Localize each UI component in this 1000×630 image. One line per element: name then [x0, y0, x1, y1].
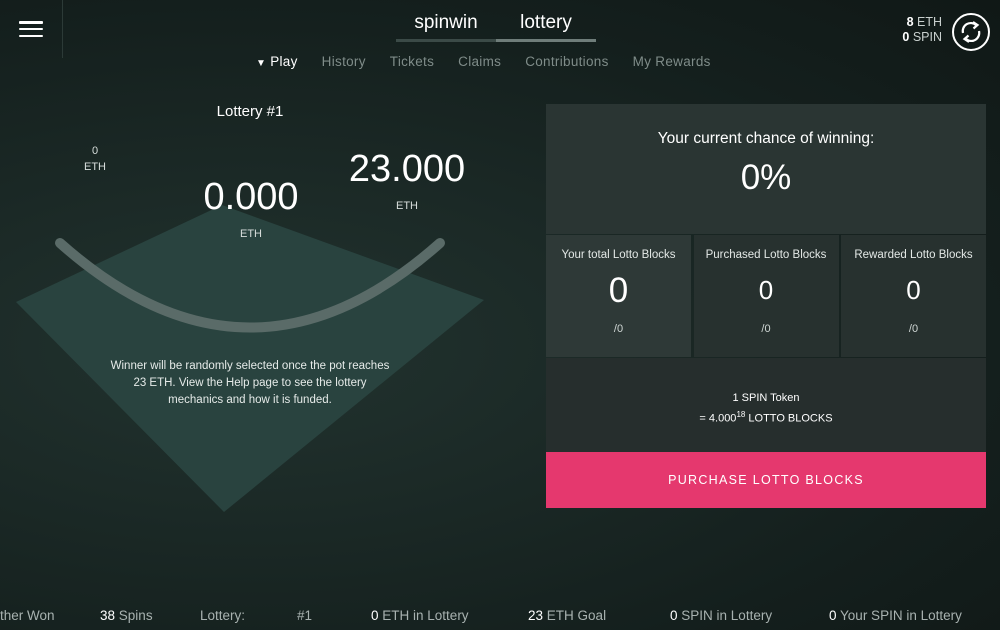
goal-pot-unit: ETH [396, 200, 418, 212]
ticker-eth-goal-label: ETH Goal [546, 608, 607, 623]
rate-prefix: = 4.000 [699, 412, 737, 425]
ticker-eth-goal: 23 ETH Goal [528, 608, 606, 623]
eth-balance-row: 8 ETH [902, 15, 942, 30]
purchased-blocks-sub: /0 [761, 323, 771, 335]
spin-logo-button[interactable] [952, 13, 990, 51]
chance-value: 0% [740, 158, 792, 197]
wallet-balances: 8 ETH 0 SPIN [902, 15, 942, 45]
gauge-min-value: 0 [91, 145, 99, 157]
spin-balance: 0 [902, 30, 910, 44]
lotto-blocks-row: Your total Lotto Blocks 0 /0 Purchased L… [546, 235, 986, 357]
ticker-spins-count: 38 [100, 608, 116, 623]
ticker-spins: 38 Spins [100, 608, 153, 623]
ticker-spin-in-lottery: 0 SPIN in Lottery [670, 608, 772, 623]
lottery-title: Lottery #1 [216, 103, 284, 120]
total-blocks-value: 0 [608, 271, 629, 310]
stats-ticker: ther Won 38 Spins Lottery: #1 0 ETH in L… [0, 604, 1000, 630]
chance-label: Your current chance of winning: [657, 130, 875, 147]
purchase-lotto-blocks-button[interactable]: PURCHASE LOTTO BLOCKS [546, 452, 986, 508]
ticker-eth-in-lottery: 0 ETH in Lottery [371, 608, 469, 623]
spin-balance-row: 0 SPIN [902, 30, 942, 45]
nav-my-rewards[interactable]: My Rewards [633, 54, 711, 69]
purchased-blocks-label: Purchased Lotto Blocks [705, 249, 827, 261]
eth-balance: 8 [906, 15, 914, 29]
current-pot-unit: ETH [240, 228, 262, 240]
rewarded-blocks-value: 0 [906, 275, 921, 305]
ticker-your-spin: 0 Your SPIN in Lottery [829, 608, 962, 623]
purchased-blocks-value: 0 [758, 275, 774, 305]
ticker-lottery-label: Lottery: [200, 608, 246, 623]
ticker-eth-in-lottery-label: ETH in Lottery [382, 608, 469, 623]
ticker-eth-goal-value: 23 [528, 608, 544, 623]
gauge-min: 0 ETH [80, 143, 110, 175]
ticker-your-spin-label: Your SPIN in Lottery [840, 608, 962, 623]
info-line-1: Winner will be randomly selected once th… [110, 360, 390, 372]
ticker-lottery-number: #1 [297, 608, 313, 623]
ticker-spin-in-lottery-value: 0 [670, 608, 678, 623]
total-blocks-card: Your total Lotto Blocks 0 /0 [546, 235, 691, 357]
goal-pot-value: 23.000 [348, 148, 466, 190]
rate-suffix: LOTTO BLOCKS [745, 412, 833, 425]
ticker-other-won: ther Won [0, 608, 55, 623]
rate-exponent: 18 [736, 410, 746, 419]
lotto-panel: Your current chance of winning: 0% Your … [546, 104, 986, 508]
lottery-info-text: Winner will be randomly selected once th… [100, 358, 400, 409]
ticker-spins-label: Spins [118, 608, 153, 623]
gauge-min-unit: ETH [84, 161, 106, 173]
rate-line-1: 1 SPIN Token [732, 392, 800, 404]
eth-unit: ETH [917, 15, 942, 29]
total-blocks-label: Your total Lotto Blocks [561, 249, 676, 261]
info-line-2: 23 ETH. View the Help page to see the lo… [133, 377, 367, 389]
rewarded-blocks-sub: /0 [908, 323, 919, 335]
spin-arrows-icon [961, 21, 981, 43]
ticker-spin-in-lottery-label: SPIN in Lottery [681, 608, 773, 623]
ticker-eth-in-lottery-value: 0 [371, 608, 379, 623]
purchased-blocks-card: Purchased Lotto Blocks 0 /0 [693, 235, 839, 357]
rate-line-2: = 4.00018 LOTTO BLOCKS [546, 407, 986, 427]
rewarded-blocks-label: Rewarded Lotto Blocks [854, 249, 973, 261]
total-blocks-sub: /0 [613, 323, 624, 335]
exchange-rate-card: 1 SPIN Token = 4.00018 LOTTO BLOCKS [546, 358, 986, 452]
info-line-3: mechanics and how it is funded. [168, 394, 332, 406]
tab-lottery[interactable]: lottery [496, 12, 596, 42]
ticker-your-spin-value: 0 [829, 608, 837, 623]
spin-unit: SPIN [912, 30, 942, 44]
winning-chance-card: Your current chance of winning: 0% [546, 104, 986, 234]
current-pot-value: 0.000 [203, 176, 299, 218]
rewarded-blocks-card: Rewarded Lotto Blocks 0 /0 [841, 235, 986, 357]
lottery-gauge-graphic [16, 205, 484, 512]
nav-contributions[interactable]: Contributions [525, 54, 608, 69]
